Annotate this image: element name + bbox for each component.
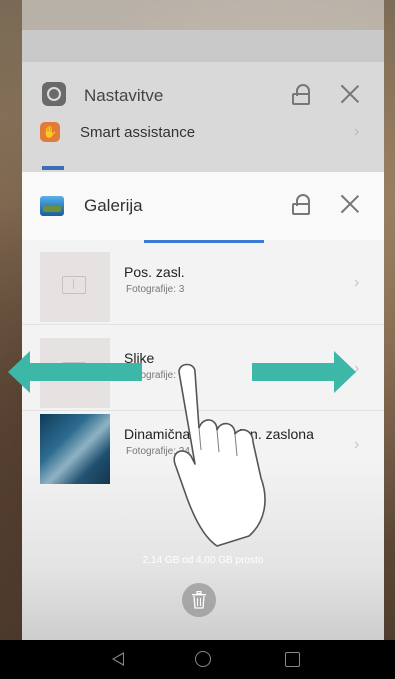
settings-smart-assistance-row: ✋ Smart assistance › [22, 120, 384, 150]
home-icon[interactable] [195, 651, 211, 667]
hand-pointer-icon [173, 363, 266, 547]
clear-all-button[interactable] [182, 583, 216, 617]
back-icon[interactable] [112, 652, 124, 666]
image-placeholder-icon [62, 276, 86, 294]
gallery-app-icon [40, 196, 64, 216]
recent-apps-icon[interactable] [285, 652, 300, 667]
settings-app-icon [42, 82, 66, 106]
storage-info: 2,14 GB od 4,00 GB prosto [142, 555, 264, 566]
chevron-right-icon: › [354, 436, 360, 453]
smart-assistance-label: Smart assistance [80, 124, 196, 141]
card-title-gallery: Galerija [84, 196, 143, 215]
card-header-gallery: Galerija [22, 172, 384, 240]
swipe-left-arrow-icon [8, 351, 142, 393]
album-count: Fotografije: 3 [126, 284, 185, 295]
close-icon[interactable] [340, 84, 360, 104]
chevron-right-icon: › [354, 123, 360, 140]
card-title-settings: Nastavitve [84, 86, 164, 105]
trash-icon [192, 591, 206, 609]
navigation-bar [0, 640, 395, 679]
lock-icon[interactable] [292, 84, 312, 106]
hand-icon: ✋ [40, 122, 60, 142]
chevron-right-icon: › [354, 274, 360, 291]
album-thumbnail [40, 414, 110, 484]
tab-indicator [144, 240, 264, 243]
album-name: Pos. zasl. [124, 264, 185, 280]
album-thumbnail [40, 252, 110, 322]
list-item[interactable]: Pos. zasl. Fotografije: 3 › [22, 250, 384, 325]
partial-icon [42, 166, 64, 170]
lock-icon[interactable] [292, 194, 312, 216]
recent-card-settings[interactable]: Nastavitve ✋ Smart assistance › [22, 62, 384, 174]
close-icon[interactable] [340, 194, 360, 214]
